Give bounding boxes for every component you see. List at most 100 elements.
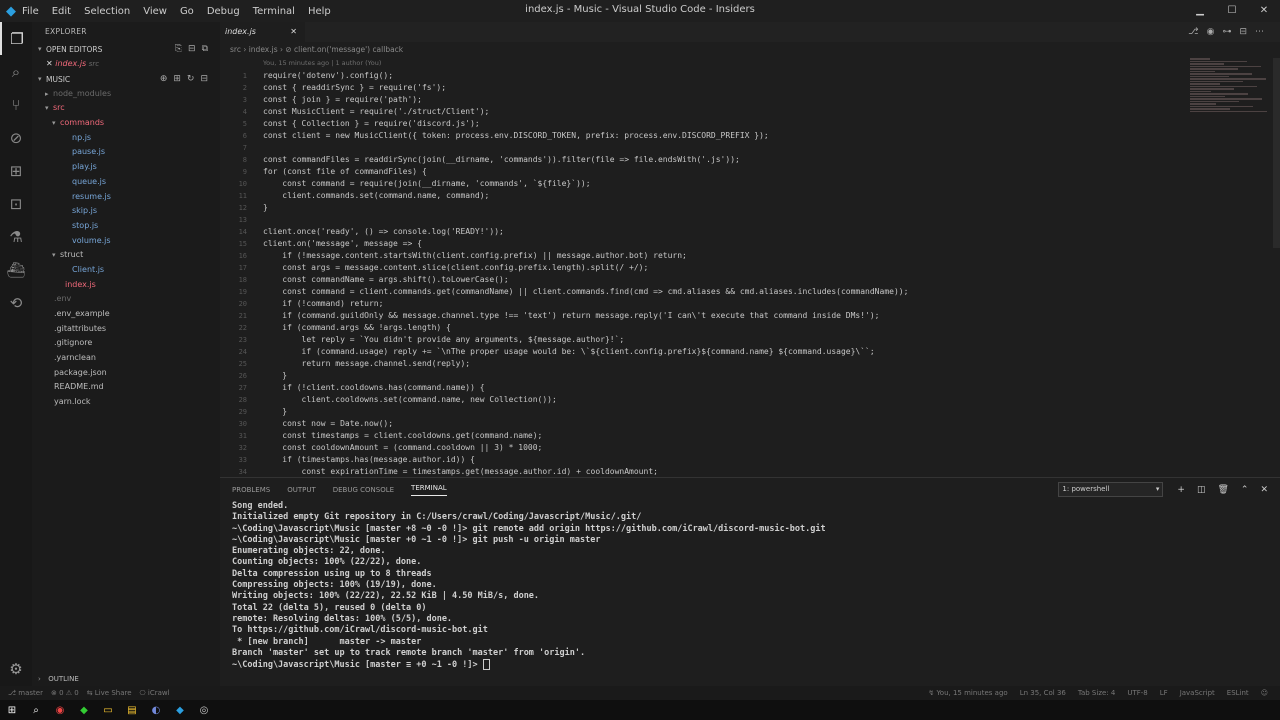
terminal-select[interactable]: 1: powershell [1058, 482, 1164, 497]
open-editors-tools[interactable]: ⎘⊟⧉ [175, 42, 214, 57]
code-line[interactable]: 16 if (!message.content.startsWith(clien… [220, 250, 1180, 262]
minimap[interactable] [1190, 58, 1274, 130]
tab-problems[interactable]: PROBLEMS [232, 486, 270, 494]
debug-icon[interactable]: ⊘ [0, 121, 32, 154]
code-line[interactable]: 13 [220, 214, 1180, 226]
test-icon[interactable]: ⚗ [0, 220, 32, 253]
file-item[interactable]: Client.js [32, 263, 220, 278]
menu-item-file[interactable]: File [22, 6, 39, 17]
file-item[interactable]: np.js [32, 131, 220, 146]
code-line[interactable]: 23 let reply = `You didn't provide any a… [220, 334, 1180, 346]
code-line[interactable]: 3 const { join } = require('path'); [220, 94, 1180, 106]
git-blame-lens[interactable]: You, 15 minutes ago | 1 author (You) [220, 58, 1280, 68]
code-line[interactable]: 19 const command = client.commands.get(c… [220, 286, 1180, 298]
vscode-insiders-icon[interactable]: ◆ [72, 705, 96, 716]
file-item[interactable]: pause.js [32, 145, 220, 160]
folder-item[interactable]: ▾ commands [32, 116, 220, 131]
breadcrumb[interactable]: src › index.js › ⊘ client.on('message') … [220, 42, 1280, 58]
status-item[interactable]: ⎇ master [8, 689, 43, 697]
code-line[interactable]: 31 const timestamps = client.cooldowns.g… [220, 430, 1180, 442]
file-item[interactable]: queue.js [32, 175, 220, 190]
status-item[interactable]: ⎔ iCrawl [140, 689, 170, 697]
code-line[interactable]: 33 if (timestamps.has(message.author.id)… [220, 454, 1180, 466]
file-item[interactable]: .yarnclean [32, 351, 220, 366]
code-view[interactable]: 1 require('dotenv').config(); 2 const { rea… [220, 70, 1180, 478]
code-line[interactable]: 8 const commandFiles = readdirSync(join(_… [220, 154, 1180, 166]
tab-output[interactable]: OUTPUT [287, 486, 316, 494]
code-line[interactable]: 2 const { readdirSync } = require('fs'); [220, 82, 1180, 94]
status-item[interactable]: ⊗ 0 ⚠ 0 [51, 689, 79, 697]
status-item[interactable]: ☺ [1261, 689, 1268, 697]
folder-item[interactable]: ▸ node_modules [32, 87, 220, 102]
live-share-icon[interactable]: ⟲ [0, 286, 32, 319]
outline-section[interactable]: › OUTLINE [32, 672, 220, 686]
project-section[interactable]: ▾ MUSIC ⊕⊞↻⊟ [32, 72, 220, 87]
source-control-icon[interactable]: ⑂ [0, 88, 32, 121]
search-icon[interactable]: ⌕ [0, 55, 32, 88]
file-item[interactable]: stop.js [32, 219, 220, 234]
tab-index-js[interactable]: index.js ✕ [220, 22, 305, 42]
file-item[interactable]: index.js [32, 278, 220, 293]
file-item[interactable]: package.json [32, 366, 220, 381]
trash-icon[interactable]: 🗑 [1217, 485, 1228, 495]
code-line[interactable]: 27 if (!client.cooldowns.has(command.nam… [220, 382, 1180, 394]
file-item[interactable]: skip.js [32, 204, 220, 219]
status-item[interactable]: JavaScript [1180, 689, 1215, 697]
settings-icon[interactable]: ◎ [192, 705, 216, 716]
file-item[interactable]: .env_example [32, 307, 220, 322]
remote-icon[interactable]: ⊡ [0, 187, 32, 220]
file-explorer-icon[interactable]: ▭ [96, 705, 120, 716]
status-item[interactable]: ESLint [1227, 689, 1249, 697]
folder-item[interactable]: ▾ struct [32, 248, 220, 263]
code-line[interactable]: 18 const commandName = args.shift().toLo… [220, 274, 1180, 286]
status-item[interactable]: Ln 35, Col 36 [1020, 689, 1066, 697]
file-item[interactable]: yarn.lock [32, 395, 220, 410]
chrome-icon[interactable]: ◉ [48, 705, 72, 716]
code-line[interactable]: 25 return message.channel.send(reply); [220, 358, 1180, 370]
code-line[interactable]: 15 client.on('message', message => { [220, 238, 1180, 250]
code-line[interactable]: 6 const client = new MusicClient({ token:… [220, 130, 1180, 142]
code-line[interactable]: 21 if (command.guildOnly && message.chan… [220, 310, 1180, 322]
menu-item-debug[interactable]: Debug [207, 6, 240, 17]
menu-item-terminal[interactable]: Terminal [253, 6, 295, 17]
gear-icon[interactable]: ⚙ [0, 660, 32, 680]
code-line[interactable]: 28 client.cooldowns.set(command.name, ne… [220, 394, 1180, 406]
terminal-output[interactable]: Song ended. Initialized empty Git reposit… [220, 501, 1280, 671]
code-line[interactable]: 9 for (const file of commandFiles) { [220, 166, 1180, 178]
file-item[interactable]: .gitattributes [32, 322, 220, 337]
status-item[interactable]: ↯ You, 15 minutes ago [928, 689, 1007, 697]
extensions-icon[interactable]: ⊞ [0, 154, 32, 187]
status-item[interactable]: Tab Size: 4 [1078, 689, 1115, 697]
vscode-icon[interactable]: ◆ [168, 705, 192, 716]
search-icon[interactable]: ⌕ [24, 705, 48, 716]
menu-item-selection[interactable]: Selection [84, 6, 130, 17]
file-item[interactable]: volume.js [32, 234, 220, 249]
close-icon[interactable]: ✕ [290, 22, 297, 42]
code-line[interactable]: 10 const command = require(join(__dirnam… [220, 178, 1180, 190]
project-tools[interactable]: ⊕⊞↻⊟ [160, 72, 214, 87]
code-line[interactable]: 24 if (command.usage) reply += `\nThe pr… [220, 346, 1180, 358]
menu-item-view[interactable]: View [143, 6, 167, 17]
close-icon[interactable]: ✕ [1248, 0, 1280, 22]
minimize-icon[interactable]: ▁ [1184, 0, 1216, 22]
tab-debug-console[interactable]: DEBUG CONSOLE [333, 486, 394, 494]
editor-toolbar[interactable]: ⎇◉⊶⊟⋯ [1188, 22, 1272, 42]
docker-icon[interactable]: ⛴ [0, 253, 32, 286]
status-item[interactable]: UTF-8 [1127, 689, 1147, 697]
status-item[interactable]: LF [1160, 689, 1168, 697]
status-item[interactable]: ⇆ Live Share [87, 689, 132, 697]
code-line[interactable]: 26 } [220, 370, 1180, 382]
close-icon[interactable]: ✕ [46, 59, 53, 68]
code-line[interactable]: 29 } [220, 406, 1180, 418]
file-item[interactable]: resume.js [32, 190, 220, 205]
discord-icon[interactable]: ◐ [144, 705, 168, 716]
folder-item[interactable]: ▾ src [32, 101, 220, 116]
open-editors-section[interactable]: ▾ OPEN EDITORS ⎘⊟⧉ [32, 42, 220, 57]
file-item[interactable]: README.md [32, 380, 220, 395]
code-line[interactable]: 11 client.commands.set(command.name, com… [220, 190, 1180, 202]
code-line[interactable]: 12} [220, 202, 1180, 214]
chevron-up-icon[interactable]: ⌃ [1241, 485, 1249, 495]
scrollbar[interactable] [1273, 58, 1280, 248]
close-icon[interactable]: ✕ [1260, 485, 1268, 495]
code-line[interactable]: 30 const now = Date.now(); [220, 418, 1180, 430]
